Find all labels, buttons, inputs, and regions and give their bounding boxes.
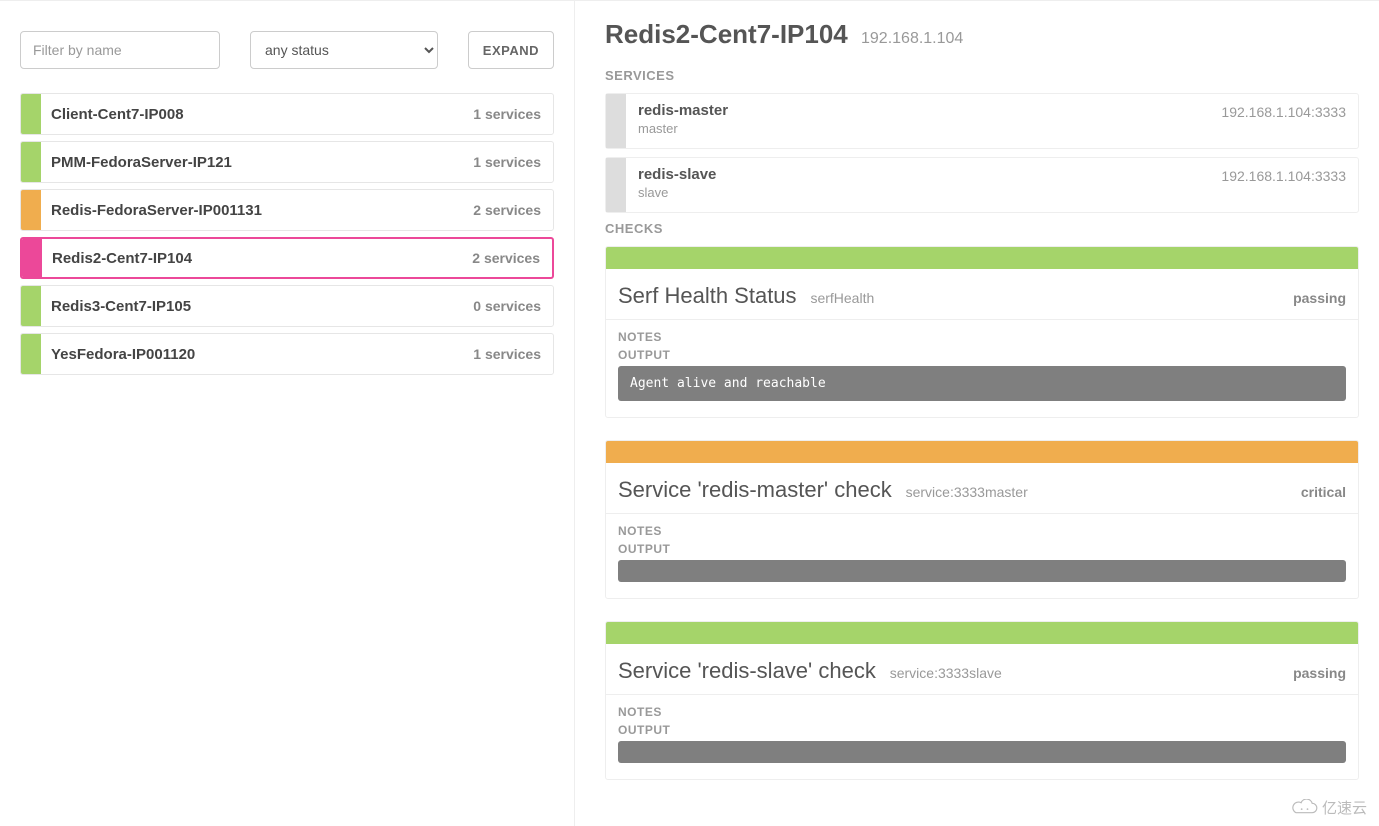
node-service-count: 1 services — [461, 154, 553, 170]
status-indicator — [21, 334, 41, 374]
check-id: service:3333master — [906, 484, 1028, 500]
status-indicator — [21, 142, 41, 182]
node-title-ip: 192.168.1.104 — [861, 30, 963, 47]
expand-button[interactable]: EXPAND — [468, 31, 554, 69]
service-address: 192.168.1.104:3333 — [1221, 102, 1346, 120]
check-card[interactable]: Serf Health Status serfHealth passing NO… — [605, 246, 1359, 418]
service-card[interactable]: redis-slave slave 192.168.1.104:3333 — [605, 157, 1359, 213]
check-id: service:3333slave — [890, 665, 1002, 681]
check-title: Service 'redis-slave' check — [618, 658, 876, 683]
service-address: 192.168.1.104:3333 — [1221, 166, 1346, 184]
output-box: Agent alive and reachable — [618, 366, 1346, 401]
check-status: passing — [1293, 665, 1346, 681]
check-status-bar — [606, 622, 1358, 644]
status-indicator — [21, 286, 41, 326]
check-body: NOTES OUTPUT — [606, 514, 1358, 598]
check-card[interactable]: Service 'redis-master' check service:333… — [605, 440, 1359, 599]
service-status-bar — [606, 158, 626, 212]
status-select[interactable]: any status — [250, 31, 438, 69]
status-indicator — [21, 190, 41, 230]
cloud-icon — [1290, 799, 1318, 817]
service-name: redis-slave — [638, 166, 716, 183]
output-box — [618, 741, 1346, 763]
check-title: Service 'redis-master' check — [618, 477, 892, 502]
output-box — [618, 560, 1346, 582]
controls-row: any status EXPAND — [20, 31, 554, 69]
node-name: YesFedora-IP001120 — [41, 346, 461, 363]
checks-list: Serf Health Status serfHealth passing NO… — [605, 246, 1359, 780]
check-header: Service 'redis-slave' check service:3333… — [606, 644, 1358, 695]
output-label: OUTPUT — [618, 723, 1346, 737]
check-status: passing — [1293, 290, 1346, 306]
service-name: redis-master — [638, 102, 728, 119]
status-indicator — [22, 239, 42, 277]
watermark: 亿速云 — [1290, 797, 1367, 818]
detail-panel[interactable]: Redis2-Cent7-IP104 192.168.1.104 SERVICE… — [575, 1, 1379, 826]
node-name: Redis2-Cent7-IP104 — [42, 250, 460, 267]
check-body: NOTES OUTPUT — [606, 695, 1358, 779]
watermark-text: 亿速云 — [1322, 797, 1367, 818]
check-id: serfHealth — [810, 290, 874, 306]
filter-input[interactable] — [20, 31, 220, 69]
service-sub: slave — [638, 185, 716, 200]
status-indicator — [21, 94, 41, 134]
output-label: OUTPUT — [618, 542, 1346, 556]
node-service-count: 2 services — [461, 202, 553, 218]
node-name: PMM-FedoraServer-IP121 — [41, 154, 461, 171]
node-service-count: 0 services — [461, 298, 553, 314]
check-card[interactable]: Service 'redis-slave' check service:3333… — [605, 621, 1359, 780]
check-status-bar — [606, 247, 1358, 269]
service-status-bar — [606, 94, 626, 148]
services-label: SERVICES — [605, 68, 1359, 83]
sidebar: any status EXPAND Client-Cent7-IP0081 se… — [0, 1, 575, 826]
service-body: redis-master master 192.168.1.104:3333 — [626, 94, 1358, 148]
services-list: redis-master master 192.168.1.104:3333 r… — [605, 93, 1359, 213]
node-name: Client-Cent7-IP008 — [41, 106, 461, 123]
notes-label: NOTES — [618, 705, 1346, 719]
check-title: Serf Health Status — [618, 283, 797, 308]
node-name: Redis-FedoraServer-IP001131 — [41, 202, 461, 219]
check-header: Serf Health Status serfHealth passing — [606, 269, 1358, 320]
service-body: redis-slave slave 192.168.1.104:3333 — [626, 158, 1358, 212]
node-item[interactable]: PMM-FedoraServer-IP1211 services — [20, 141, 554, 183]
node-service-count: 1 services — [461, 346, 553, 362]
checks-label: CHECKS — [605, 221, 1359, 236]
node-service-count: 1 services — [461, 106, 553, 122]
service-card[interactable]: redis-master master 192.168.1.104:3333 — [605, 93, 1359, 149]
node-title-name: Redis2-Cent7-IP104 — [605, 19, 848, 49]
service-sub: master — [638, 121, 728, 136]
check-body: NOTES OUTPUT Agent alive and reachable — [606, 320, 1358, 417]
notes-label: NOTES — [618, 330, 1346, 344]
check-status-bar — [606, 441, 1358, 463]
node-service-count: 2 services — [460, 250, 552, 266]
node-name: Redis3-Cent7-IP105 — [41, 298, 461, 315]
node-item[interactable]: Redis3-Cent7-IP1050 services — [20, 285, 554, 327]
output-label: OUTPUT — [618, 348, 1346, 362]
node-item[interactable]: Redis-FedoraServer-IP0011312 services — [20, 189, 554, 231]
node-list: Client-Cent7-IP0081 servicesPMM-FedoraSe… — [20, 93, 554, 375]
check-status: critical — [1301, 484, 1346, 500]
node-item[interactable]: Redis2-Cent7-IP1042 services — [20, 237, 554, 279]
node-item[interactable]: YesFedora-IP0011201 services — [20, 333, 554, 375]
node-title: Redis2-Cent7-IP104 192.168.1.104 — [605, 19, 1359, 50]
notes-label: NOTES — [618, 524, 1346, 538]
node-item[interactable]: Client-Cent7-IP0081 services — [20, 93, 554, 135]
check-header: Service 'redis-master' check service:333… — [606, 463, 1358, 514]
